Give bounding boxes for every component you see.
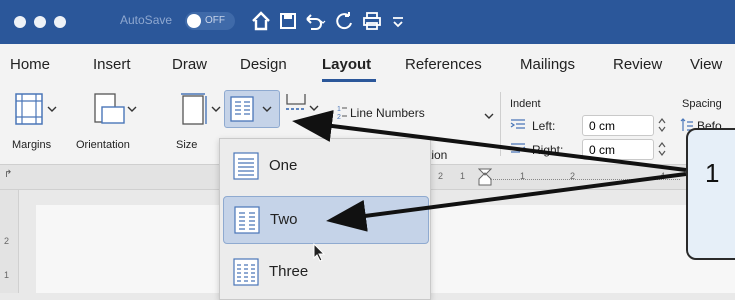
pointer-arrows bbox=[292, 110, 687, 232]
arrow-to-two-option bbox=[326, 172, 687, 232]
arrow-to-columns-button bbox=[292, 110, 687, 172]
